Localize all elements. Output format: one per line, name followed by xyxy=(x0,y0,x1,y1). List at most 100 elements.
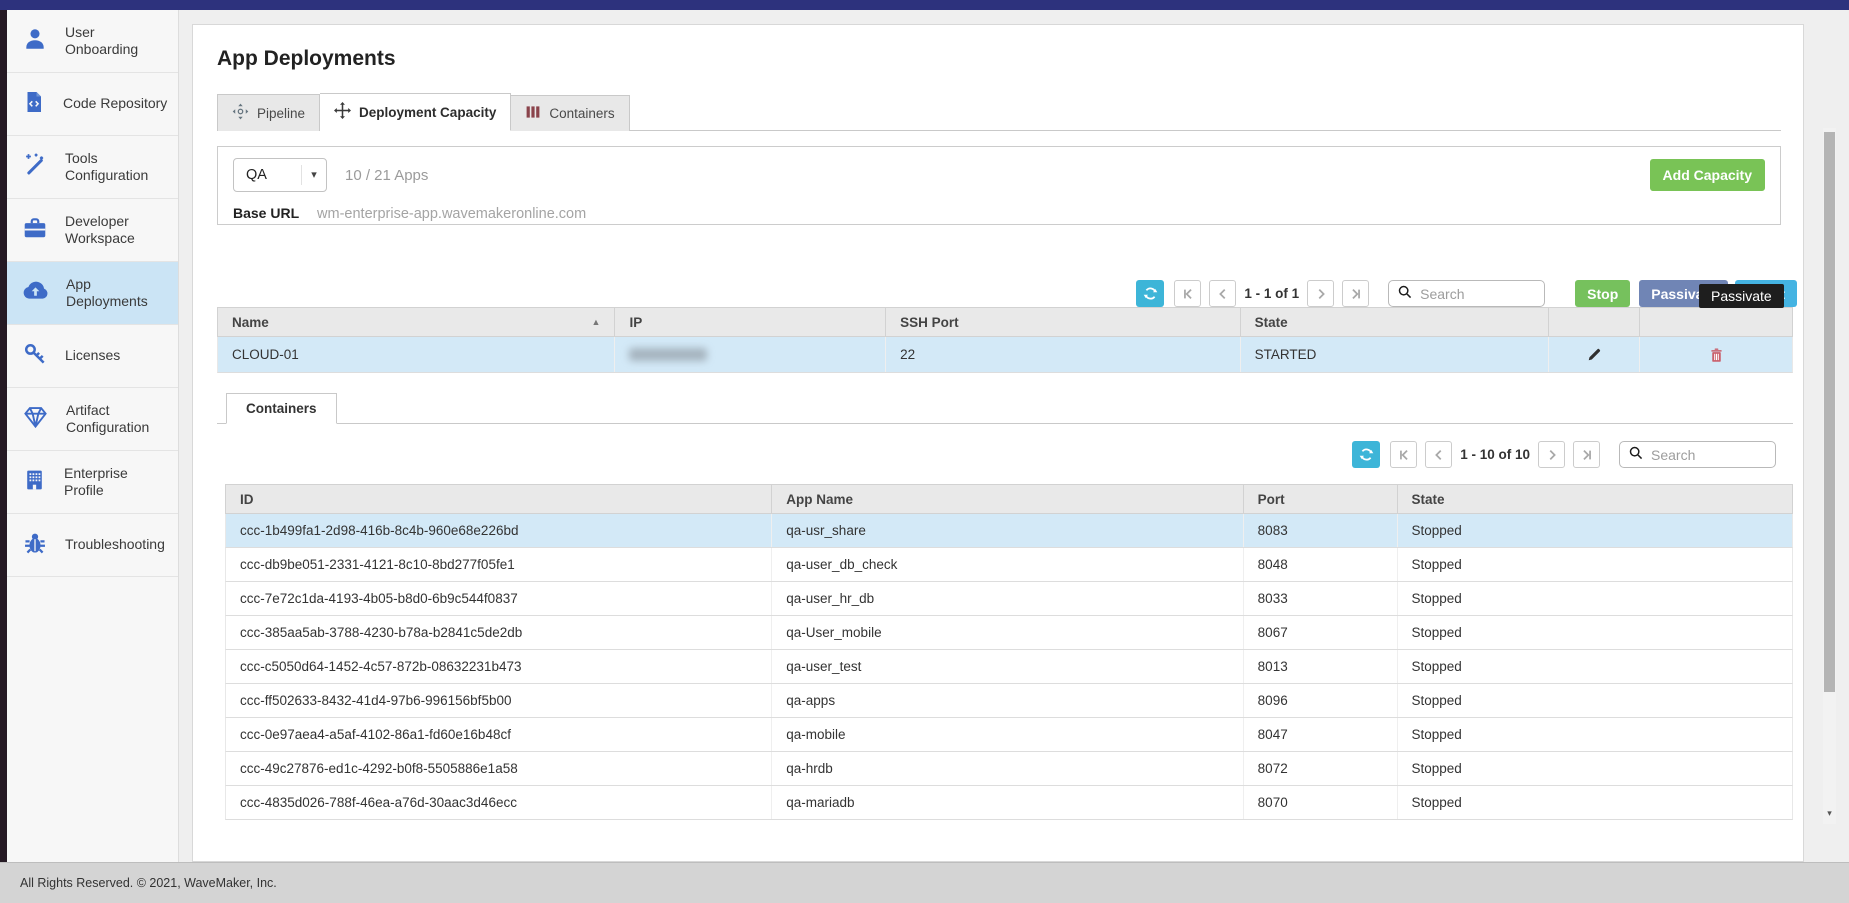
sidebar-item-label: User Onboarding xyxy=(65,24,170,59)
search-icon xyxy=(1397,284,1412,304)
table-row[interactable]: ccc-c5050d64-1452-4c57-872b-08632231b473… xyxy=(225,650,1793,684)
table-row[interactable]: ccc-7e72c1da-4193-4b05-b8d0-6b9c544f0837… xyxy=(225,582,1793,616)
container-id-cell: ccc-7e72c1da-4193-4b05-b8d0-6b9c544f0837 xyxy=(226,582,772,615)
bug-icon xyxy=(22,530,48,561)
sidebar-item-code-repository[interactable]: Code Repository xyxy=(7,73,178,136)
sidebar-item-app-deployments[interactable]: App Deployments xyxy=(7,262,178,325)
column-header-app-name[interactable]: App Name xyxy=(772,485,1243,513)
search-input[interactable] xyxy=(1649,446,1769,464)
delete-button[interactable] xyxy=(1708,346,1725,364)
magic-wand-icon xyxy=(22,152,48,183)
column-header-ssh-port[interactable]: SSH Port xyxy=(886,308,1241,336)
containers-toolbar: 1 - 10 of 10 xyxy=(1352,441,1776,468)
container-port-cell: 8048 xyxy=(1244,548,1398,581)
table-row[interactable]: ccc-db9be051-2331-4121-8c10-8bd277f05fe1… xyxy=(225,548,1793,582)
table-row[interactable]: ccc-0e97aea4-a5af-4102-86a1-fd60e16b48cf… xyxy=(225,718,1793,752)
sidebar-item-label: Enterprise Profile xyxy=(64,465,170,500)
table-row[interactable]: ccc-385aa5ab-3788-4230-b78a-b2841c5de2db… xyxy=(225,616,1793,650)
column-header-delete xyxy=(1640,308,1792,336)
scroll-down-arrow-icon[interactable]: ▾ xyxy=(1823,806,1836,820)
column-header-id[interactable]: ID xyxy=(226,485,772,513)
container-port-cell: 8067 xyxy=(1244,616,1398,649)
containers-subtabs: Containers xyxy=(217,393,1793,424)
sidebar-item-troubleshooting[interactable]: Troubleshooting xyxy=(7,514,178,577)
tab-deployment-capacity[interactable]: Deployment Capacity xyxy=(320,93,511,131)
vertical-scrollbar[interactable]: ▾ xyxy=(1823,128,1836,824)
container-state-cell: Stopped xyxy=(1398,514,1793,547)
refresh-button[interactable] xyxy=(1352,441,1380,468)
sidebar-item-label: App Deployments xyxy=(66,276,170,311)
container-app-name-cell: qa-mobile xyxy=(772,718,1243,751)
base-url-value: wm-enterprise-app.wavemakeronline.com xyxy=(317,206,586,222)
containers-table-header: ID App Name Port State xyxy=(225,484,1793,514)
column-header-edit xyxy=(1549,308,1640,336)
table-row[interactable]: ccc-4835d026-788f-46ea-a76d-30aac3d46ecc… xyxy=(225,786,1793,820)
first-page-button[interactable] xyxy=(1174,280,1201,307)
vm-ssh-port-cell: 22 xyxy=(886,337,1241,372)
last-page-button[interactable] xyxy=(1342,280,1369,307)
table-row[interactable]: CLOUD-01 22 STARTED xyxy=(217,337,1793,373)
column-header-state[interactable]: State xyxy=(1241,308,1550,336)
container-port-cell: 8072 xyxy=(1244,752,1398,785)
vm-table-toolbar: 1 - 1 of 1 Stop Passivate Reset xyxy=(1136,280,1797,307)
table-row[interactable]: ccc-1b499fa1-2d98-416b-8c4b-960e68e226bd… xyxy=(225,514,1793,548)
pagination-status: 1 - 1 of 1 xyxy=(1244,286,1299,301)
next-page-button[interactable] xyxy=(1307,280,1334,307)
vm-state-cell: STARTED xyxy=(1241,337,1550,372)
container-port-cell: 8033 xyxy=(1244,582,1398,615)
column-header-port[interactable]: Port xyxy=(1244,485,1398,513)
container-state-cell: Stopped xyxy=(1398,718,1793,751)
last-page-button[interactable] xyxy=(1573,441,1600,468)
capacity-summary-panel: QA ▾ 10 / 21 Apps Add Capacity Base URL … xyxy=(217,146,1781,225)
column-header-ip[interactable]: IP xyxy=(615,308,886,336)
tab-pipeline[interactable]: Pipeline xyxy=(217,94,320,131)
container-app-name-cell: qa-user_db_check xyxy=(772,548,1243,581)
container-id-cell: ccc-c5050d64-1452-4c57-872b-08632231b473 xyxy=(226,650,772,683)
search-input[interactable] xyxy=(1418,285,1538,303)
sidebar-item-user-onboarding[interactable]: User Onboarding xyxy=(7,10,178,73)
container-state-cell: Stopped xyxy=(1398,752,1793,785)
building-icon xyxy=(22,467,47,497)
main-content-card: App Deployments Pipeline Deployment Capa… xyxy=(192,24,1804,862)
edit-button[interactable] xyxy=(1586,346,1603,363)
briefcase-icon xyxy=(22,215,48,246)
previous-page-button[interactable] xyxy=(1425,441,1452,468)
key-icon xyxy=(22,341,48,372)
tab-label: Deployment Capacity xyxy=(359,105,496,120)
tab-label: Containers xyxy=(549,106,614,121)
sidebar-item-enterprise-profile[interactable]: Enterprise Profile xyxy=(7,451,178,514)
column-header-state[interactable]: State xyxy=(1398,485,1793,513)
tab-containers-detail[interactable]: Containers xyxy=(226,393,337,424)
vm-search xyxy=(1388,280,1545,307)
sidebar-item-licenses[interactable]: Licenses xyxy=(7,325,178,388)
container-state-cell: Stopped xyxy=(1398,650,1793,683)
containers-search xyxy=(1619,441,1776,468)
table-row[interactable]: ccc-ff502633-8432-41d4-97b6-996156bf5b00… xyxy=(225,684,1793,718)
sidebar-item-label: Troubleshooting xyxy=(65,536,165,554)
tab-containers[interactable]: Containers xyxy=(511,95,629,131)
container-port-cell: 8047 xyxy=(1244,718,1398,751)
refresh-button[interactable] xyxy=(1136,280,1164,307)
sidebar-item-tools-configuration[interactable]: Tools Configuration xyxy=(7,136,178,199)
previous-page-button[interactable] xyxy=(1209,280,1236,307)
stop-button[interactable]: Stop xyxy=(1575,280,1630,307)
add-capacity-button[interactable]: Add Capacity xyxy=(1650,159,1765,191)
container-state-cell: Stopped xyxy=(1398,582,1793,615)
sidebar-item-label: Developer Workspace xyxy=(65,213,170,248)
first-page-button[interactable] xyxy=(1390,441,1417,468)
sidebar-item-developer-workspace[interactable]: Developer Workspace xyxy=(7,199,178,262)
scrollbar-thumb[interactable] xyxy=(1824,132,1835,692)
copyright-text: All Rights Reserved. © 2021, WaveMaker, … xyxy=(20,876,277,890)
environment-select[interactable]: QA ▾ xyxy=(233,158,327,192)
redacted-ip xyxy=(629,348,707,361)
vm-ip-cell xyxy=(615,337,886,372)
next-page-button[interactable] xyxy=(1538,441,1565,468)
column-header-name[interactable]: Name ▲ xyxy=(218,308,615,336)
container-app-name-cell: qa-User_mobile xyxy=(772,616,1243,649)
table-row[interactable]: ccc-49c27876-ed1c-4292-b0f8-5505886e1a58… xyxy=(225,752,1793,786)
cloud-upload-icon xyxy=(22,277,49,309)
sidebar-item-artifact-configuration[interactable]: Artifact Configuration xyxy=(7,388,178,451)
search-icon xyxy=(1628,445,1643,465)
vm-table: Name ▲ IP SSH Port State CLOUD-01 22 STA… xyxy=(217,307,1793,373)
container-port-cell: 8083 xyxy=(1244,514,1398,547)
